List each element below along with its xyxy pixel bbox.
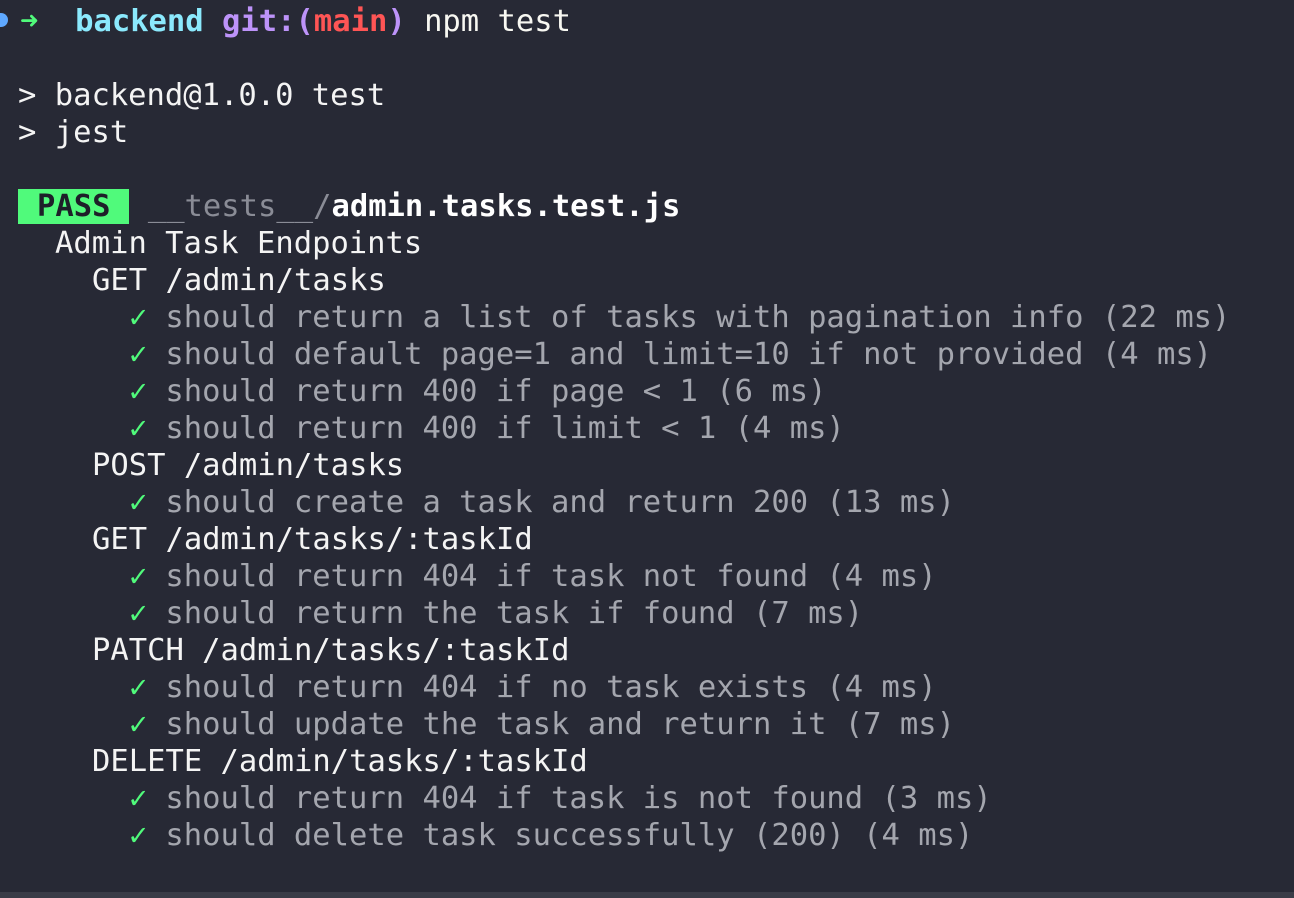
describe-group-title: GET /admin/tasks/:taskId xyxy=(92,522,533,557)
test-result-row: ✓ should delete task successfully (200) (… xyxy=(18,817,1294,854)
check-icon: ✓ xyxy=(129,596,148,631)
test-result-row: ✓ should return 404 if no task exists (4 … xyxy=(18,669,1294,706)
test-result-row: ✓ should return the task if found (7 ms) xyxy=(18,595,1294,632)
test-name: should return a list of tasks with pagin… xyxy=(165,300,1231,335)
test-result-row: ✓ should return 404 if task is not found … xyxy=(18,780,1294,817)
pass-badge: PASS xyxy=(18,189,130,224)
status-dot-icon xyxy=(0,12,8,27)
describe-group-title: DELETE /admin/tasks/:taskId xyxy=(92,744,588,779)
test-file-name: admin.tasks.test.js xyxy=(331,189,681,224)
test-name: should delete task successfully (200) (4… xyxy=(165,818,974,853)
prompt-directory: backend xyxy=(75,4,204,39)
script-line: > backend@1.0.0 test xyxy=(18,78,386,113)
test-result-row: ✓ should return a list of tasks with pagi… xyxy=(18,299,1294,336)
command-text: npm test xyxy=(424,4,571,39)
test-result-row: ✓ should return 400 if limit < 1 (4 ms) xyxy=(18,410,1294,447)
test-name: should return the task if found (7 ms) xyxy=(165,596,864,631)
test-name: should default page=1 and limit=10 if no… xyxy=(165,337,1213,372)
terminal-window[interactable]: ➜ backend git:(main) npm test > backend@… xyxy=(0,0,1294,898)
check-icon: ✓ xyxy=(129,559,148,594)
check-icon: ✓ xyxy=(129,670,148,705)
check-icon: ✓ xyxy=(129,411,148,446)
prompt-line: ➜ backend git:(main) npm test xyxy=(0,3,1294,40)
test-path-prefix: __tests__/ xyxy=(147,189,332,224)
test-result-row: ✓ should create a task and return 200 (13… xyxy=(18,484,1294,521)
test-name: should update the task and return it (7 … xyxy=(165,707,955,742)
suite-title: Admin Task Endpoints xyxy=(55,226,423,261)
check-icon: ✓ xyxy=(129,300,148,335)
test-name: should return 400 if limit < 1 (4 ms) xyxy=(165,411,845,446)
check-icon: ✓ xyxy=(129,707,148,742)
result-line: PASS __tests__/admin.tasks.test.js xyxy=(18,188,1294,225)
describe-group-title: GET /admin/tasks xyxy=(92,263,386,298)
test-result-row: ✓ should return 404 if task not found (4 … xyxy=(18,558,1294,595)
test-groups: GET /admin/tasks ✓ should return a list of… xyxy=(0,262,1294,854)
prompt-arrow-icon: ➜ xyxy=(20,4,39,39)
git-label-close: ) xyxy=(387,4,406,39)
test-name: should return 404 if task not found (4 m… xyxy=(165,559,937,594)
check-icon: ✓ xyxy=(129,337,148,372)
git-branch: main xyxy=(313,4,388,39)
check-icon: ✓ xyxy=(129,781,148,816)
test-name: should return 400 if page < 1 (6 ms) xyxy=(165,374,827,409)
script-line: > jest xyxy=(18,115,129,150)
check-icon: ✓ xyxy=(129,374,148,409)
test-result-row: ✓ should default page=1 and limit=10 if n… xyxy=(18,336,1294,373)
git-label: git:( xyxy=(222,4,314,39)
bottom-border xyxy=(0,892,1294,898)
test-result-row: ✓ should return 400 if page < 1 (6 ms) xyxy=(18,373,1294,410)
test-name: should return 404 if task is not found (… xyxy=(165,781,992,816)
test-name: should return 404 if no task exists (4 m… xyxy=(165,670,937,705)
test-result-row: ✓ should update the task and return it (7… xyxy=(18,706,1294,743)
describe-group-title: PATCH /admin/tasks/:taskId xyxy=(92,633,570,668)
describe-group-title: POST /admin/tasks xyxy=(92,448,405,483)
test-name: should create a task and return 200 (13 … xyxy=(165,485,955,520)
check-icon: ✓ xyxy=(129,485,148,520)
check-icon: ✓ xyxy=(129,818,148,853)
